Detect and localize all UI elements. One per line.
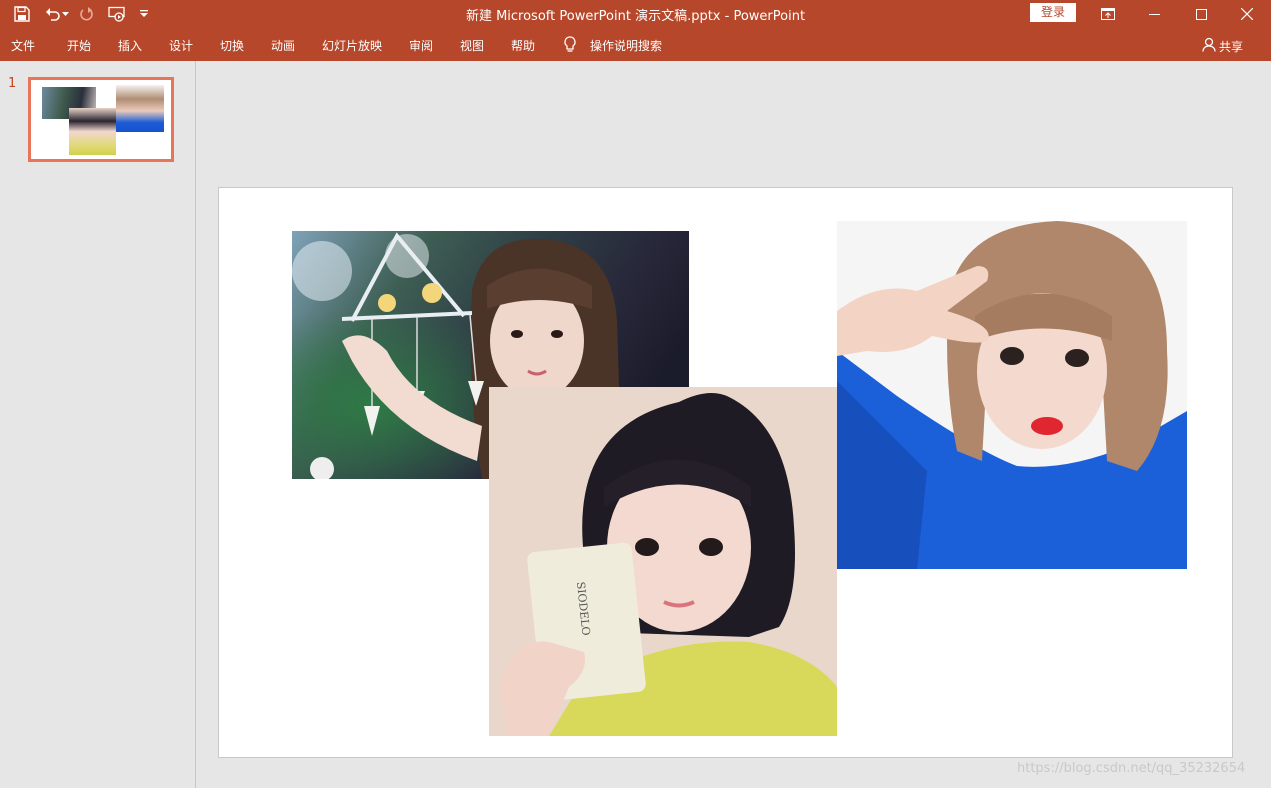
tab-help[interactable]: 帮助 xyxy=(511,37,535,54)
sign-in-button[interactable]: 登录 xyxy=(1030,3,1076,22)
tab-animations[interactable]: 动画 xyxy=(271,37,295,54)
save-icon[interactable] xyxy=(11,3,33,25)
tab-transitions[interactable]: 切换 xyxy=(220,37,244,54)
image-icon xyxy=(837,221,1187,569)
tab-file[interactable]: 文件 xyxy=(11,37,35,54)
tab-view[interactable]: 视图 xyxy=(460,37,484,54)
share-label: 共享 xyxy=(1219,39,1244,54)
slide-picture-blue-sweater[interactable] xyxy=(837,221,1187,569)
slide-canvas[interactable]: SIODELO xyxy=(218,187,1233,758)
share-button[interactable]: 共享 xyxy=(1202,37,1243,55)
close-icon[interactable] xyxy=(1224,0,1270,28)
customize-toolbar-icon[interactable] xyxy=(134,3,154,25)
tab-design[interactable]: 设计 xyxy=(169,37,193,54)
dropdown-arrow-icon[interactable] xyxy=(59,3,71,25)
tab-slide-show[interactable]: 幻灯片放映 xyxy=(322,37,382,54)
ribbon-display-options-icon[interactable] xyxy=(1085,0,1131,28)
present-from-start-icon[interactable] xyxy=(106,3,128,25)
image-icon: SIODELO xyxy=(489,387,837,736)
tab-home[interactable]: 开始 xyxy=(67,37,91,54)
ribbon-tab-bar: 文件 开始 插入 设计 切换 动画 幻灯片放映 审阅 视图 帮助 操作说明搜索 … xyxy=(0,28,1271,61)
tell-me-search[interactable]: 操作说明搜索 xyxy=(590,37,662,54)
slide-thumbnail-pane: 1 xyxy=(0,61,196,788)
maximize-icon[interactable] xyxy=(1178,0,1224,28)
thumbnail-photo-2 xyxy=(69,108,116,155)
watermark-text: https://blog.csdn.net/qq_35232654 xyxy=(1017,761,1246,776)
minimize-icon[interactable] xyxy=(1131,0,1177,28)
lightbulb-icon[interactable] xyxy=(563,36,577,57)
slide-number: 1 xyxy=(8,76,17,91)
title-bar: 新建 Microsoft PowerPoint 演示文稿.pptx - Powe… xyxy=(0,0,1271,28)
person-icon xyxy=(1202,37,1216,55)
tab-review[interactable]: 审阅 xyxy=(409,37,433,54)
thumbnail-photo-3 xyxy=(116,85,164,132)
slide-picture-face-mask[interactable]: SIODELO xyxy=(489,387,837,736)
slide-thumbnail[interactable] xyxy=(28,77,174,162)
window-title: 新建 Microsoft PowerPoint 演示文稿.pptx - Powe… xyxy=(465,9,806,24)
redo-icon[interactable] xyxy=(76,3,98,25)
tab-insert[interactable]: 插入 xyxy=(118,37,142,54)
